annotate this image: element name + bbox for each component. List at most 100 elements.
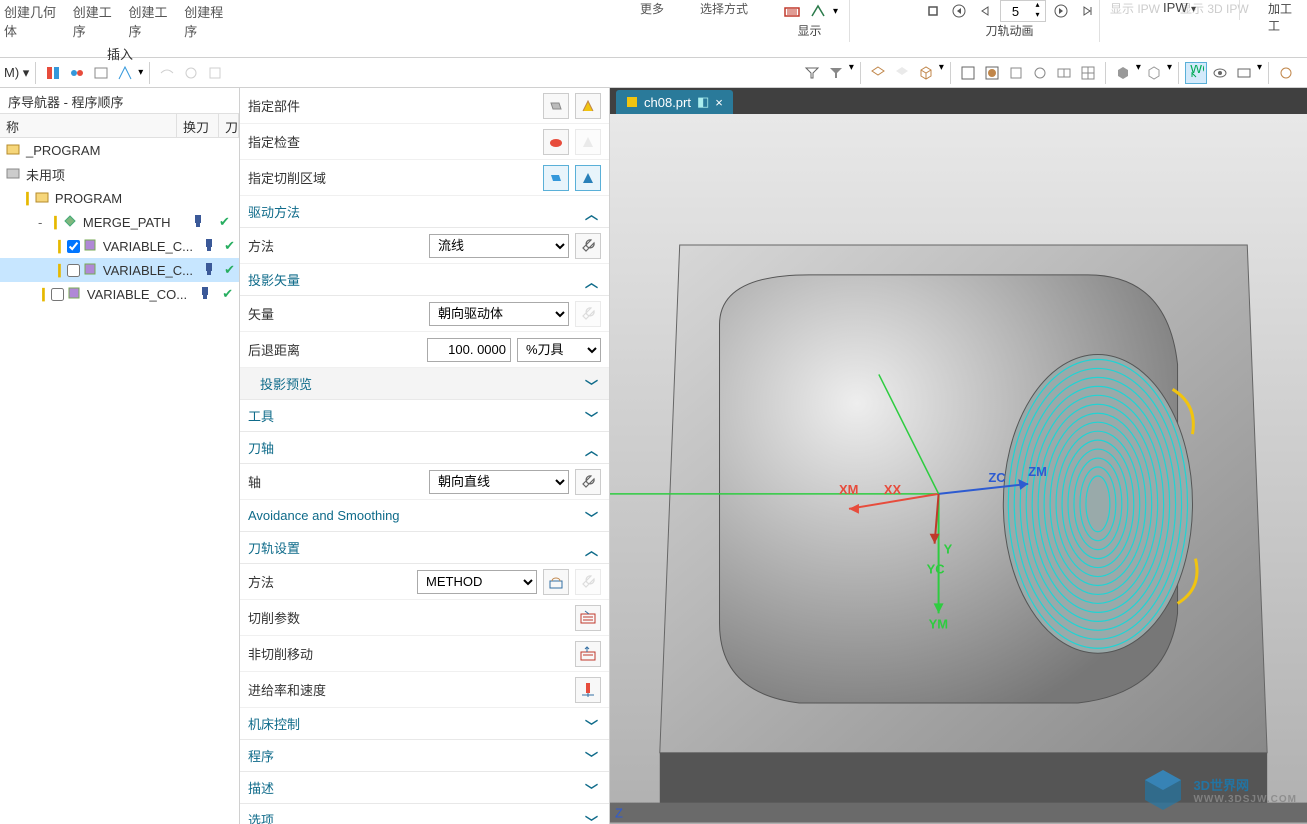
- dropdown-arrow-icon[interactable]: ▾: [138, 67, 143, 78]
- item-checkbox[interactable]: [67, 240, 80, 253]
- tool-section[interactable]: 工具﹀: [240, 400, 609, 432]
- canvas[interactable]: XM XX ZC ZM Y YC YM Z 3D世界网: [610, 114, 1307, 824]
- wrench-icon[interactable]: [575, 469, 601, 495]
- play-icon[interactable]: [1050, 0, 1072, 22]
- solid-icon[interactable]: [1112, 62, 1134, 84]
- display-icon[interactable]: [781, 0, 803, 22]
- view-icon-3[interactable]: [1053, 62, 1075, 84]
- check-body-icon[interactable]: [543, 129, 569, 155]
- solid-icon-2[interactable]: [1143, 62, 1165, 84]
- proj-preview-section[interactable]: 投影预览﹀: [240, 368, 609, 400]
- tb-icon-1[interactable]: [42, 62, 64, 84]
- dropdown-arrow-icon[interactable]: ▾: [939, 62, 944, 84]
- layer-icon[interactable]: [867, 62, 889, 84]
- dropdown-arrow-icon[interactable]: ▾: [1257, 62, 1262, 84]
- tree-row[interactable]: ❙PROGRAM: [0, 186, 239, 210]
- anim-step-input[interactable]: [1001, 1, 1031, 21]
- tb-icon-2[interactable]: [66, 62, 88, 84]
- tb-icon-3[interactable]: [90, 62, 112, 84]
- tab-close-icon[interactable]: ×: [715, 95, 723, 110]
- tree-item-label: VARIABLE_C...: [103, 239, 193, 254]
- options-section[interactable]: 选项﹀: [240, 804, 609, 824]
- feed-speed-icon[interactable]: [575, 677, 601, 703]
- cut-params-row: 切削参数: [240, 600, 609, 636]
- method-select[interactable]: 流线: [429, 234, 569, 258]
- more-label[interactable]: 更多: [640, 0, 664, 17]
- select-method-label[interactable]: 选择方式: [700, 0, 748, 17]
- axis-select[interactable]: 朝向直线: [429, 470, 569, 494]
- menu-m[interactable]: M) ▾: [4, 65, 29, 81]
- part-icon[interactable]: [543, 93, 569, 119]
- ribbon-item[interactable]: 创建程序: [184, 2, 236, 40]
- cut-params-icon[interactable]: [575, 605, 601, 631]
- tree-row[interactable]: ❙VARIABLE_C...✔: [0, 258, 239, 282]
- retract-unit-select[interactable]: %刀具: [517, 338, 601, 362]
- highlight-icon[interactable]: [575, 93, 601, 119]
- description-section[interactable]: 描述﹀: [240, 772, 609, 804]
- tree-item-label: _PROGRAM: [26, 143, 100, 158]
- view-icon-1[interactable]: [1005, 62, 1027, 84]
- display-icon-2[interactable]: [807, 0, 829, 22]
- path-settings-section[interactable]: 刀轨设置︿: [240, 532, 609, 564]
- col-x[interactable]: 刀: [219, 114, 239, 137]
- proj-vector-section[interactable]: 投影矢量︿: [240, 264, 609, 296]
- tool-axis-section[interactable]: 刀轴︿: [240, 432, 609, 464]
- wrench-icon[interactable]: [575, 233, 601, 259]
- filter-icon[interactable]: [801, 62, 823, 84]
- spin-down-icon[interactable]: ▾: [1031, 11, 1045, 21]
- file-tab[interactable]: ch08.prt ◧ ×: [616, 90, 733, 114]
- avoidance-section[interactable]: Avoidance and Smoothing﹀: [240, 500, 609, 532]
- tool-change-icon: [203, 238, 215, 252]
- clip-icon[interactable]: [1233, 62, 1255, 84]
- filter-icon-2[interactable]: [825, 62, 847, 84]
- tree-row[interactable]: 未用项: [0, 162, 239, 186]
- specify-check-label: 指定检查: [248, 132, 537, 151]
- display-group-label: 显示: [797, 22, 821, 42]
- dropdown-arrow-icon[interactable]: ▾: [849, 62, 854, 84]
- highlight-icon[interactable]: [575, 165, 601, 191]
- wire-icon[interactable]: [957, 62, 979, 84]
- end-icon[interactable]: [1275, 62, 1297, 84]
- tree-row[interactable]: _PROGRAM: [0, 138, 239, 162]
- dropdown-arrow-icon[interactable]: ▾: [1191, 4, 1196, 15]
- method-edit-icon[interactable]: [543, 569, 569, 595]
- layer-icon-2: [891, 62, 913, 84]
- stop-icon[interactable]: [922, 0, 944, 22]
- eye-icon[interactable]: [1209, 62, 1231, 84]
- dropdown-arrow-icon[interactable]: ▾: [833, 6, 838, 17]
- machine-ctrl-section[interactable]: 机床控制﹀: [240, 708, 609, 740]
- col-name[interactable]: 称: [0, 114, 177, 137]
- dropdown-arrow-icon[interactable]: ▾: [1167, 62, 1172, 84]
- wcs-icon[interactable]: WCS: [1185, 62, 1207, 84]
- tree-row[interactable]: -❙MERGE_PATH✔: [0, 210, 239, 234]
- skip-back-icon[interactable]: [948, 0, 970, 22]
- retract-input[interactable]: [427, 338, 511, 362]
- shade-icon[interactable]: [981, 62, 1003, 84]
- drive-method-section[interactable]: 驱动方法︿: [240, 196, 609, 228]
- item-checkbox[interactable]: [51, 288, 64, 301]
- dropdown-arrow-icon[interactable]: ▾: [1136, 62, 1141, 84]
- vector-select[interactable]: 朝向驱动体: [429, 302, 569, 326]
- expand-toggle-icon[interactable]: -: [38, 215, 50, 230]
- item-checkbox[interactable]: [67, 264, 80, 277]
- tree-row[interactable]: ❙VARIABLE_C...✔: [0, 234, 239, 258]
- cut-region-icon[interactable]: [543, 165, 569, 191]
- ribbon-insert-group: 创建几何体 创建工序 创建工序 创建程序 插入: [0, 0, 240, 57]
- ribbon-item[interactable]: 创建几何体: [4, 2, 69, 40]
- cube-icon[interactable]: [915, 62, 937, 84]
- view-icon-4[interactable]: [1077, 62, 1099, 84]
- method2-select[interactable]: METHOD: [417, 570, 537, 594]
- program-section[interactable]: 程序﹀: [240, 740, 609, 772]
- col-tool[interactable]: 换刀: [177, 114, 219, 137]
- graphics-view[interactable]: ch08.prt ◧ ×: [610, 88, 1307, 824]
- view-icon-2[interactable]: [1029, 62, 1051, 84]
- play-back-icon[interactable]: [974, 0, 996, 22]
- ribbon-item[interactable]: 创建工序: [73, 2, 125, 40]
- ribbon-item[interactable]: 创建工序: [128, 2, 180, 40]
- drive-method-row: 方法 流线: [240, 228, 609, 264]
- tree-row[interactable]: ❙VARIABLE_CO...✔: [0, 282, 239, 306]
- anim-step-spinner[interactable]: ▴▾: [1000, 0, 1046, 22]
- tb-icon-4[interactable]: [114, 62, 136, 84]
- noncut-move-icon[interactable]: [575, 641, 601, 667]
- skip-fwd-icon[interactable]: [1076, 0, 1098, 22]
